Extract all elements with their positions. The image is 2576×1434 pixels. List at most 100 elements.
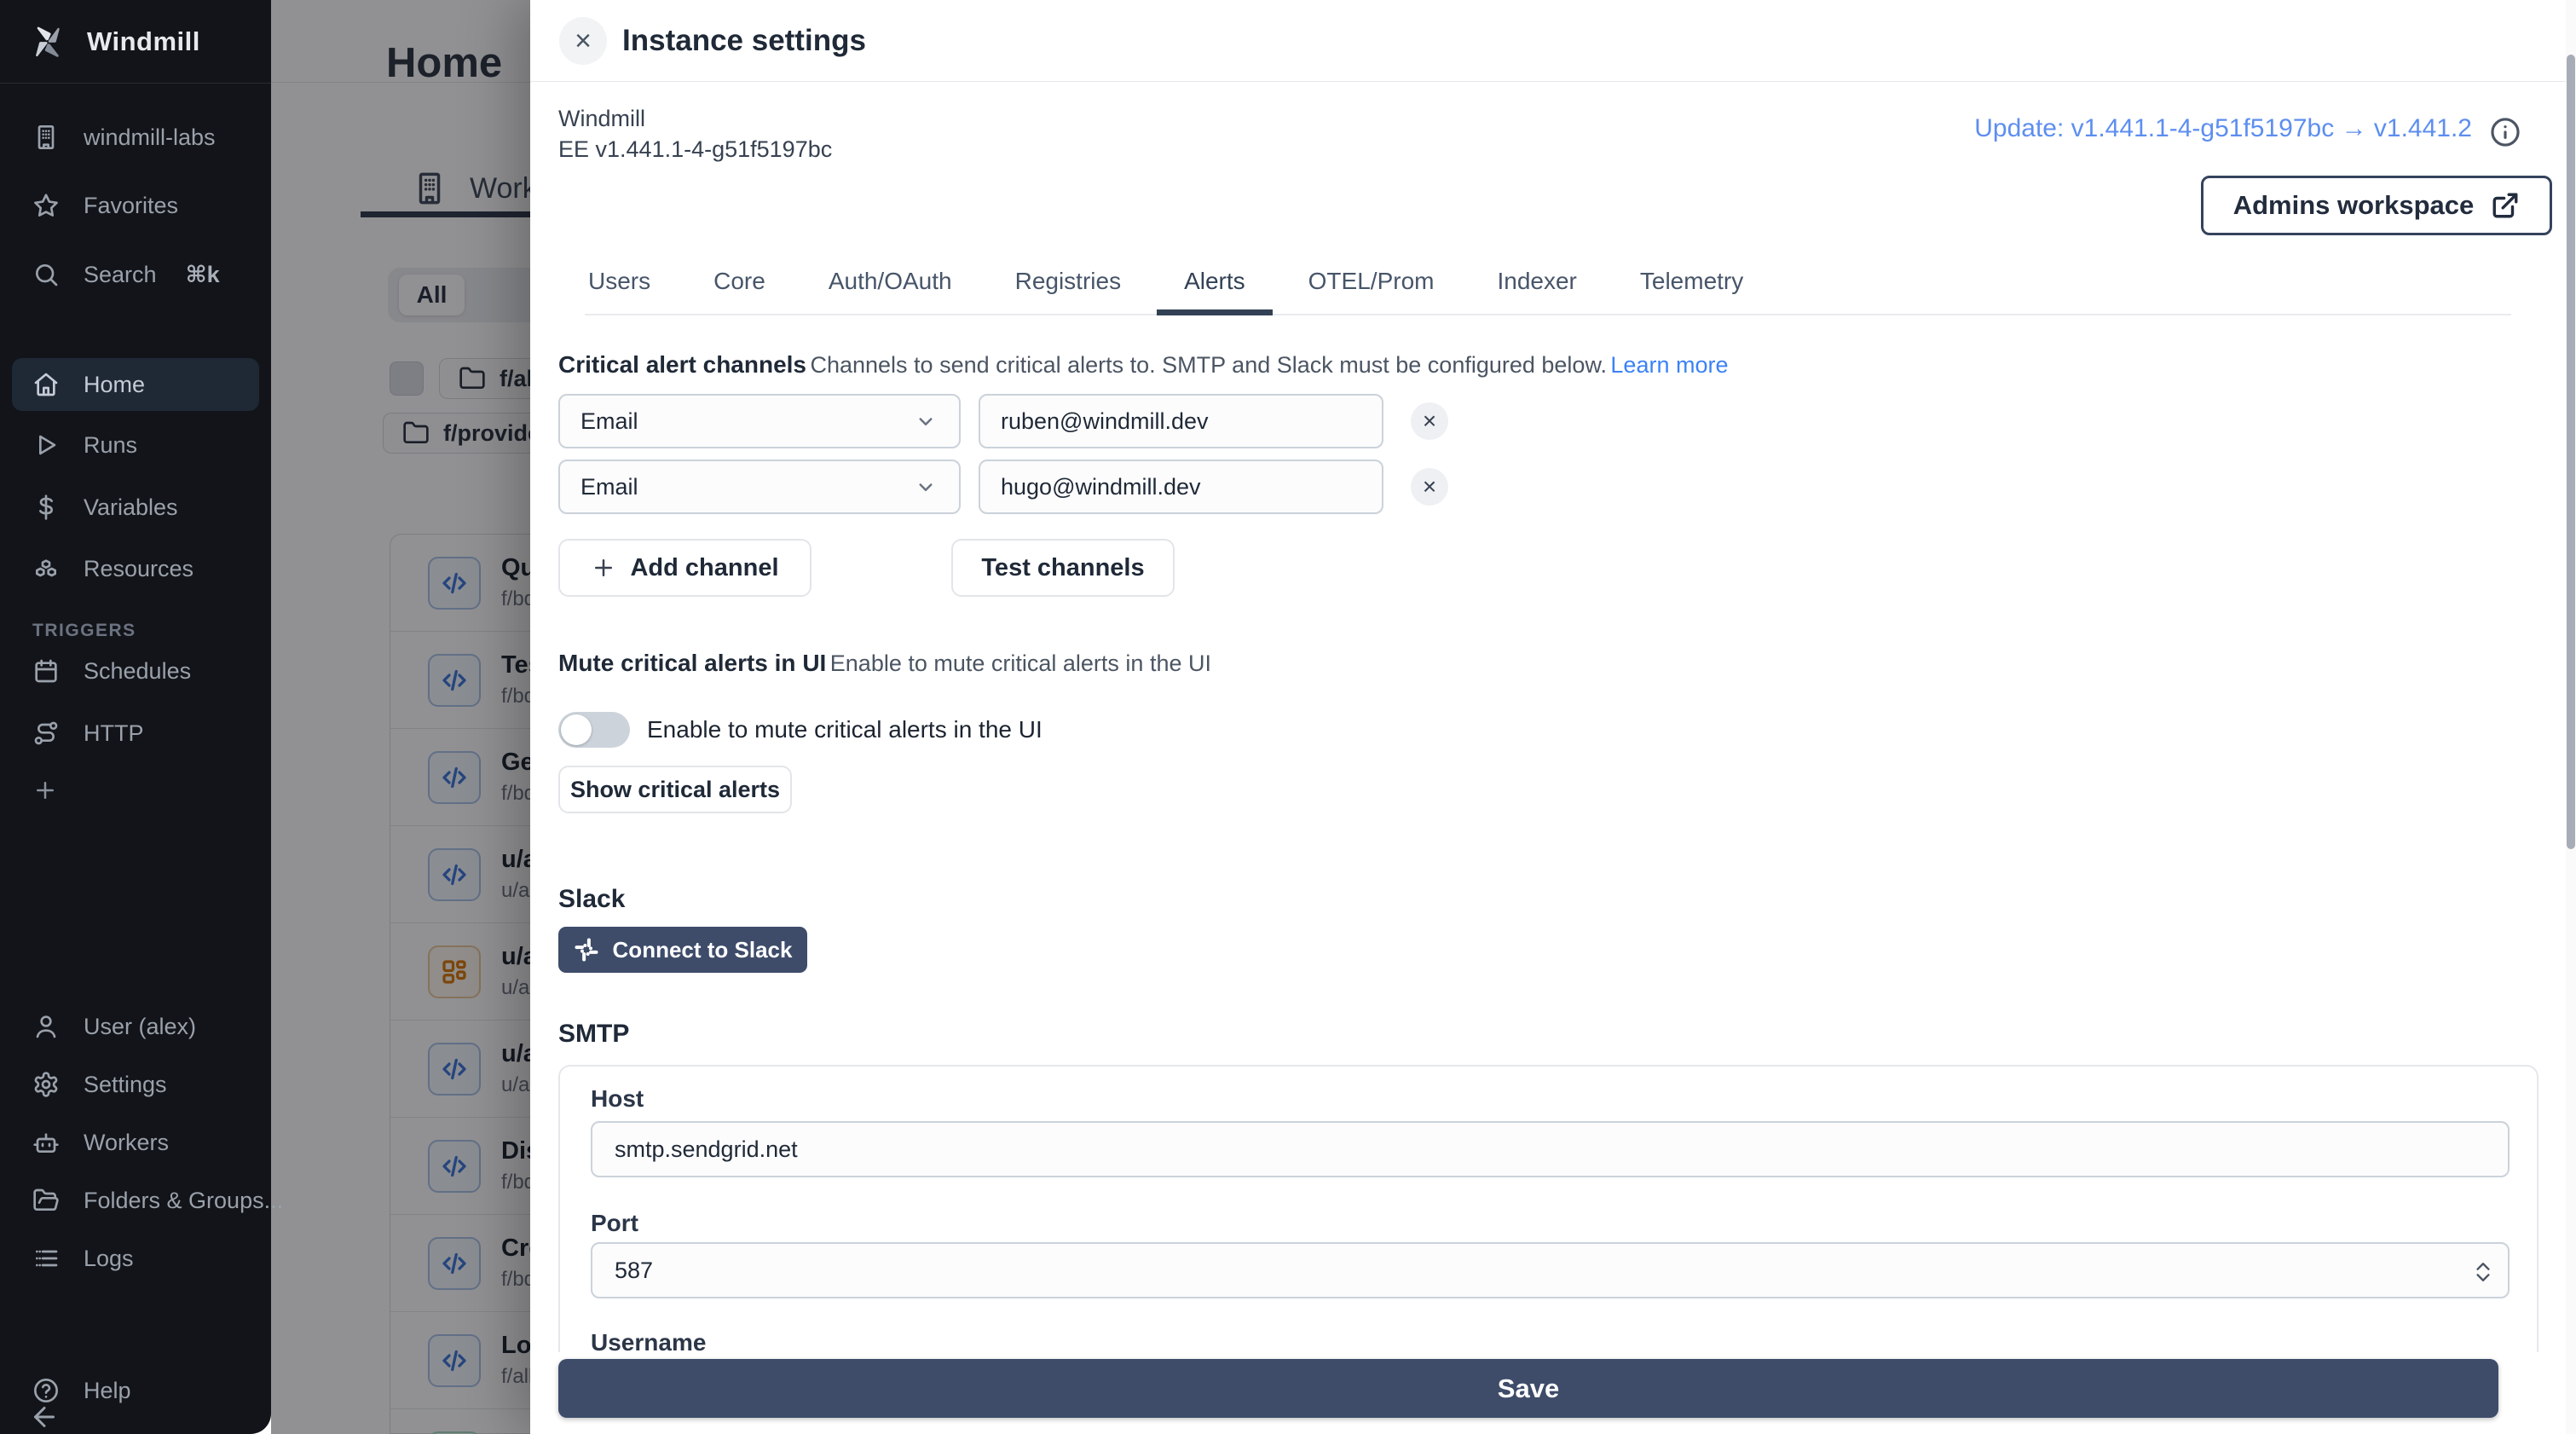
scrollbar[interactable] [2566,0,2576,1434]
sidebar-item-home[interactable]: Home [12,358,259,411]
section-description: Channels to send critical alerts to. SMT… [810,352,1607,378]
port-label: Port [591,1210,638,1236]
sidebar-item-label: windmill-labs [84,124,216,150]
tab-telemetry[interactable]: Telemetry [1637,266,1747,314]
critical-alert-channels-heading: Critical alert channels Channels to send… [558,351,1728,379]
channel-type-value: Email [580,408,638,434]
external-link-icon [2492,193,2518,218]
sidebar-item-http[interactable]: HTTP [0,703,271,763]
building-icon [38,125,55,149]
close-icon: × [575,25,592,57]
mute-alerts-toggle[interactable] [558,712,630,748]
sidebar-item-label: Search [84,261,157,287]
learn-more-link[interactable]: Learn more [1610,352,1728,378]
tab-otel-prom[interactable]: OTEL/Prom [1305,266,1438,314]
close-icon: × [1422,408,1437,434]
settings-tabs: Users Core Auth/OAuth Registries Alerts … [585,266,2511,315]
mute-critical-alerts-heading: Mute critical alerts in UI Enable to mut… [558,650,1211,677]
instance-settings-drawer: × Instance settings Windmill EE v1.441.1… [530,0,2566,1434]
sidebar: Windmill windmill-labs Favorites Search … [0,0,283,1434]
search-icon [36,264,58,286]
connect-to-slack-button[interactable]: Connect to Slack [558,927,807,973]
collapse-sidebar-button[interactable] [29,1402,60,1432]
brand[interactable]: Windmill [0,0,271,84]
info-icon[interactable] [2489,116,2521,148]
plus-icon [37,782,54,799]
gear-icon [34,1072,58,1097]
sidebar-item-logs[interactable]: Logs [0,1229,271,1288]
dollar-icon [38,494,53,520]
route-icon [34,721,58,745]
app-window: Home Works All f/all f/provide Qu f/bd T… [0,0,2576,1434]
slack-icon [575,938,598,962]
sidebar-item-schedules[interactable]: Schedules [0,641,271,701]
sidebar-section-triggers: TRIGGERS [32,621,136,640]
instance-name: Windmill [558,106,646,131]
remove-channel-button[interactable]: × [1411,402,1448,440]
boxes-icon [36,559,56,577]
sidebar-item-resources[interactable]: Resources [0,539,271,598]
sidebar-item-favorites[interactable]: Favorites [0,176,271,235]
channel-type-value: Email [580,473,638,500]
sidebar-item-settings[interactable]: Settings [0,1055,271,1114]
windmill-logo-icon [31,25,65,59]
brand-name: Windmill [87,26,200,56]
sidebar-item-label: Schedules [84,657,192,684]
sidebar-item-label: Home [84,371,146,397]
show-critical-alerts-label: Show critical alerts [569,776,781,802]
tab-core[interactable]: Core [710,266,769,314]
test-channels-button[interactable]: Test channels [951,539,1175,597]
sidebar-item-label: Settings [84,1071,167,1097]
channel-email-input[interactable] [979,394,1383,448]
section-heading: Critical alert channels [558,351,807,378]
instance-version: EE v1.441.1-4-g51f5197bc [558,136,833,162]
connect-to-slack-label: Connect to Slack [612,936,793,963]
sidebar-item-runs[interactable]: Runs [0,415,271,475]
bot-icon [33,1133,59,1153]
sidebar-item-user[interactable]: User (alex) [0,997,271,1056]
list-icon [36,1250,58,1267]
scrollbar-thumb[interactable] [2567,55,2575,849]
mute-toggle-label: Enable to mute critical alerts in the UI [647,716,1043,743]
add-channel-label: Add channel [630,553,779,581]
channel-type-select[interactable]: Email [558,460,961,514]
smtp-port-input[interactable]: 587 [591,1242,2510,1298]
section-heading: Mute critical alerts in UI [558,650,827,676]
admins-workspace-label: Admins workspace [2232,190,2475,220]
tab-auth-oauth[interactable]: Auth/OAuth [825,266,956,314]
sidebar-item-workspace[interactable]: windmill-labs [0,107,271,167]
drawer-title: Instance settings [622,24,866,57]
show-critical-alerts-button[interactable]: Show critical alerts [558,766,792,813]
slack-heading: Slack [558,885,626,913]
add-channel-button[interactable]: Add channel [558,539,811,597]
sidebar-item-search[interactable]: Search ⌘k [0,245,271,304]
home-icon [34,373,58,396]
folder-open-icon [33,1188,59,1211]
tab-users[interactable]: Users [585,266,654,314]
sidebar-item-label: Favorites [84,192,179,218]
smtp-heading: SMTP [558,1020,630,1048]
number-stepper[interactable] [2470,1256,2496,1288]
sidebar-item-variables[interactable]: Variables [0,477,271,537]
channel-type-select[interactable]: Email [558,394,961,448]
sidebar-add-button[interactable] [0,760,271,820]
sidebar-item-folders-groups[interactable]: Folders & Groups... [0,1171,283,1230]
update-link[interactable]: Update: v1.441.1-4-g51f5197bc → v1.441.2 [1974,114,2472,143]
search-shortcut: ⌘k [185,261,220,287]
tab-indexer[interactable]: Indexer [1493,266,1580,314]
save-button[interactable]: Save [558,1359,2498,1418]
tab-registries[interactable]: Registries [1012,266,1124,314]
arrow-left-icon [34,1407,55,1427]
smtp-host-input[interactable] [591,1121,2510,1177]
help-icon [34,1379,58,1402]
star-icon [34,194,58,217]
tab-alerts[interactable]: Alerts [1157,266,1273,315]
chevron-down-icon [919,483,933,491]
sidebar-item-workers[interactable]: Workers [0,1113,271,1172]
user-icon [36,1015,56,1038]
remove-channel-button[interactable]: × [1411,468,1448,506]
channel-email-input[interactable] [979,460,1383,514]
sidebar-item-label: Runs [84,431,138,458]
admins-workspace-button[interactable]: Admins workspace [2201,176,2552,235]
close-button[interactable]: × [559,17,607,65]
